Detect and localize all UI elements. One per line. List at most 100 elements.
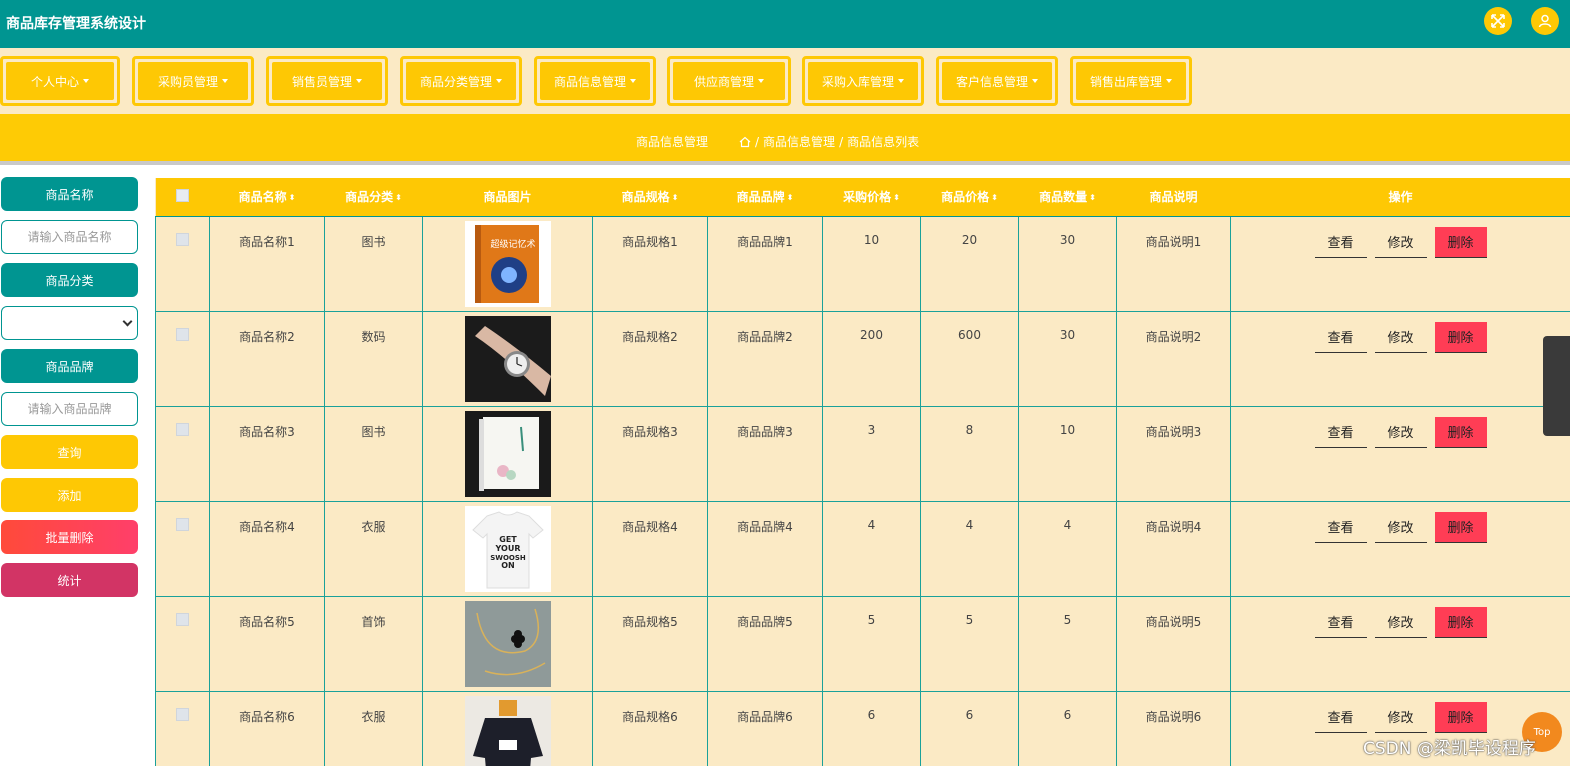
home-icon[interactable] [739,136,751,148]
header-select-all[interactable] [155,178,210,217]
header-price[interactable]: 商品价格 ⬍ [920,178,1019,217]
cell-category: 首饰 [324,595,423,692]
header-image: 商品图片 [422,178,593,217]
header-purchase-price[interactable]: 采购价格 ⬍ [822,178,921,217]
cell-actions: 查看 修改 删除 [1230,500,1570,597]
cell-desc: 商品说明5 [1116,595,1231,692]
nav-label: 销售出库管理 [1089,74,1162,89]
brand-filter-field[interactable] [1,392,138,426]
sort-icon[interactable]: ⬍ [1089,193,1096,201]
brand-search-input[interactable] [2,402,137,416]
edit-button[interactable]: 修改 [1374,702,1427,733]
caret-down-icon [1032,79,1038,83]
svg-text:ON: ON [501,561,515,570]
header-spec[interactable]: 商品规格 ⬍ [592,178,708,217]
view-button[interactable]: 查看 [1314,512,1367,543]
fullscreen-icon[interactable] [1484,7,1512,35]
side-panel-handle[interactable] [1543,336,1570,436]
row-select-cell[interactable] [155,500,210,597]
row-select-cell[interactable] [155,405,210,502]
breadcrumb-separator: / [755,134,760,149]
delete-button[interactable]: 删除 [1434,226,1487,258]
cell-category: 数码 [324,310,423,407]
sort-icon[interactable]: ⬍ [672,193,679,201]
view-button[interactable]: 查看 [1314,702,1367,733]
row-checkbox[interactable] [176,327,189,341]
add-button[interactable]: 添加 [1,478,138,512]
row-checkbox[interactable] [176,707,189,721]
row-checkbox[interactable] [176,612,189,626]
black-hoodie-image [464,695,551,766]
delete-button[interactable]: 删除 [1434,416,1487,448]
nav-item-personal-center[interactable]: 个人中心 [0,56,120,106]
sort-icon[interactable]: ⬍ [991,193,998,201]
batch-delete-button[interactable]: 批量删除 [1,520,138,554]
table-row: 商品名称4 衣服 GET YOUR SWOOSH ON 商品规格4 商品品牌4 4 4 4 商品说明4… [155,500,1570,597]
row-actions: 查看 修改 删除 [1231,321,1570,353]
category-select[interactable] [1,306,138,340]
edit-button[interactable]: 修改 [1374,227,1427,258]
edit-button[interactable]: 修改 [1374,607,1427,638]
nav-item-supplier-mgmt[interactable]: 供应商管理 [667,56,791,106]
row-checkbox[interactable] [176,232,189,246]
stats-button[interactable]: 统计 [1,563,138,597]
nav-item-purchase-in-mgmt[interactable]: 采购入库管理 [802,56,924,106]
row-select-cell[interactable] [155,595,210,692]
delete-button[interactable]: 删除 [1434,606,1487,638]
cell-quantity: 10 [1018,405,1117,502]
row-select-cell[interactable] [155,310,210,407]
query-button[interactable]: 查询 [1,435,138,469]
cell-purchase-price: 5 [822,595,921,692]
row-select-cell[interactable] [155,215,210,312]
sort-icon[interactable]: ⬍ [289,193,296,201]
row-checkbox[interactable] [176,422,189,436]
cell-price: 600 [920,310,1019,407]
view-button[interactable]: 查看 [1314,607,1367,638]
nav-item-sales-out-mgmt[interactable]: 销售出库管理 [1070,56,1192,106]
header-quantity[interactable]: 商品数量 ⬍ [1018,178,1117,217]
edit-button[interactable]: 修改 [1374,322,1427,353]
header-brand[interactable]: 商品品牌 ⬍ [707,178,823,217]
sort-icon[interactable]: ⬍ [787,193,794,201]
select-all-checkbox[interactable] [176,188,189,202]
cell-name: 商品名称5 [209,595,325,692]
cell-spec: 商品规格4 [592,500,708,597]
sort-icon[interactable]: ⬍ [395,193,402,201]
view-button[interactable]: 查看 [1314,417,1367,448]
row-select-cell[interactable] [155,690,210,766]
sort-icon[interactable]: ⬍ [893,193,900,201]
cell-name: 商品名称3 [209,405,325,502]
table-header-row: 商品名称 ⬍ 商品分类 ⬍ 商品图片 商品规格 ⬍ 商品品牌 ⬍ 采购价格 ⬍ 商品价格 ⬍… [155,178,1570,217]
product-table: 商品名称 ⬍ 商品分类 ⬍ 商品图片 商品规格 ⬍ 商品品牌 ⬍ 采购价格 ⬍ 商品价格 ⬍… [155,178,1570,766]
cell-image [422,690,593,766]
nav-item-seller-mgmt[interactable]: 销售员管理 [266,56,388,106]
edit-button[interactable]: 修改 [1374,512,1427,543]
cell-spec: 商品规格1 [592,215,708,312]
view-button[interactable]: 查看 [1314,322,1367,353]
nav-item-customer-mgmt[interactable]: 客户信息管理 [936,56,1058,106]
nav-item-product-mgmt[interactable]: 商品信息管理 [534,56,656,106]
header-category[interactable]: 商品分类 ⬍ [324,178,423,217]
user-icon[interactable] [1531,7,1559,35]
table-row: 商品名称5 首饰 商品规格5 商品品牌5 5 5 5 商品说明5 查看 修改 删除 [155,595,1570,692]
delete-button[interactable]: 删除 [1434,701,1487,733]
name-search-input[interactable] [2,230,137,244]
cell-category: 图书 [324,405,423,502]
name-filter-label: 商品名称 [1,177,138,211]
delete-button[interactable]: 删除 [1434,511,1487,543]
header-name[interactable]: 商品名称 ⬍ [209,178,325,217]
header-desc: 商品说明 [1116,178,1231,217]
edit-button[interactable]: 修改 [1374,417,1427,448]
row-actions: 查看 修改 删除 [1231,416,1570,448]
main-nav: 个人中心 采购员管理 销售员管理 商品分类管理 商品信息管理 供应商管理 采购入… [0,48,1570,114]
breadcrumb-item-product-mgmt[interactable]: 商品信息管理 [763,133,835,150]
cell-actions: 查看 修改 删除 [1230,310,1570,407]
nav-item-category-mgmt[interactable]: 商品分类管理 [400,56,522,106]
view-button[interactable]: 查看 [1314,227,1367,258]
nav-item-buyer-mgmt[interactable]: 采购员管理 [132,56,254,106]
delete-button[interactable]: 删除 [1434,321,1487,353]
name-filter-field[interactable] [1,220,138,254]
cell-category: 衣服 [324,500,423,597]
cell-image: GET YOUR SWOOSH ON [422,500,593,597]
row-checkbox[interactable] [176,517,189,531]
